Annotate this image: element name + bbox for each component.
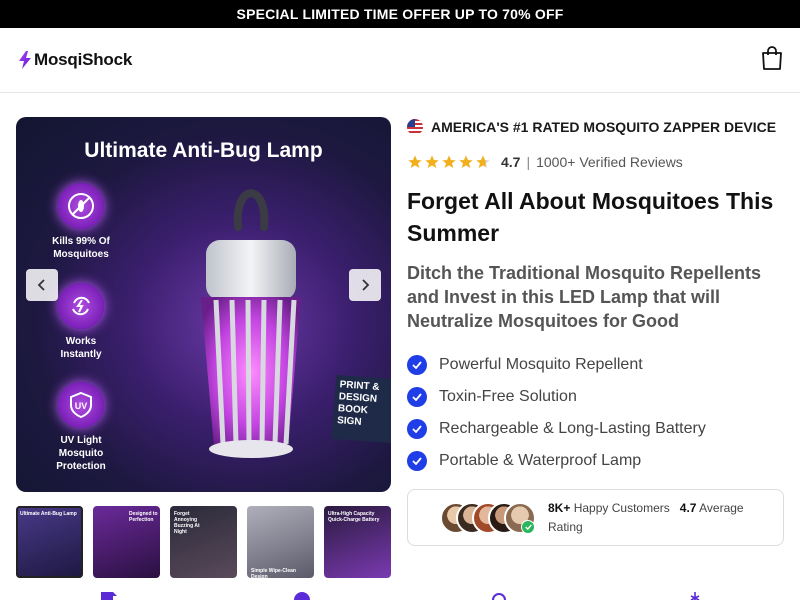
book-decoration: PRINT & DESIGN BOOK SIGN (331, 374, 391, 444)
social-proof-text: 8K+ Happy Customers 4.7 Average Rating (548, 499, 768, 537)
star-icon (476, 155, 490, 168)
uv-shield-icon: UV (58, 382, 104, 428)
trust-icons-row (0, 590, 800, 600)
rated-banner: AMERICA'S #1 RATED MOSQUITO ZAPPER DEVIC… (407, 117, 784, 137)
star-icon (442, 155, 456, 168)
product-subtitle: Ditch the Traditional Mosquito Repellent… (407, 263, 762, 331)
gallery-title: Ultimate Anti-Bug Lamp (84, 139, 323, 162)
thumbnail-4[interactable]: Simple Wipe-Clean Design (247, 506, 314, 578)
benefits-list: Powerful Mosquito Repellent Toxin-Free S… (407, 349, 784, 477)
feature-label: Works Instantly (60, 336, 102, 360)
reviews-count: 1000+ Verified Reviews (536, 154, 683, 170)
benefit-item: Rechargeable & Long-Lasting Battery (407, 413, 784, 445)
customers-label: Happy Customers (573, 501, 670, 515)
rating-row[interactable]: 4.7 | 1000+ Verified Reviews (407, 152, 784, 172)
customers-count: 8K+ (548, 501, 571, 515)
check-circle-icon (407, 355, 427, 375)
lightning-bolt-icon (19, 51, 31, 69)
star-icon (459, 155, 473, 168)
promo-text: SPECIAL LIMITED TIME OFFER UP TO 70% OFF (236, 6, 564, 22)
thumbnail-3[interactable]: Forget Annoying Buzzing At Night (170, 506, 237, 578)
average-rating: 4.7 (679, 501, 697, 515)
cart-button[interactable] (760, 45, 784, 71)
refresh-icon (492, 593, 506, 600)
document-icon (101, 592, 117, 600)
divider: | (526, 154, 531, 170)
feature-label: Kills 99% Of Mosquitoes (52, 236, 110, 260)
star-icon (408, 155, 422, 168)
thumbnail-5[interactable]: Ultra-High Capacity Quick-Charge Battery (324, 506, 391, 578)
gallery-prev-button[interactable] (26, 269, 58, 301)
rated-text: AMERICA'S #1 RATED MOSQUITO ZAPPER DEVIC… (431, 119, 777, 135)
us-flag-icon (407, 119, 423, 135)
product-title: Forget All About Mosquitoes This Summer (407, 188, 774, 246)
thumbnail-1[interactable]: Ultimate Anti-Bug Lamp (16, 506, 83, 578)
feature-uv: UV UV Light Mosquito Protection (46, 382, 116, 473)
benefit-label: Toxin-Free Solution (439, 388, 577, 405)
lamp-image (201, 189, 301, 458)
gallery-next-button[interactable] (349, 269, 381, 301)
promo-banner: SPECIAL LIMITED TIME OFFER UP TO 70% OFF (0, 0, 800, 28)
shopping-bag-icon (762, 46, 782, 70)
logo[interactable]: MosqiShock (18, 50, 132, 70)
product-info: AMERICA'S #1 RATED MOSQUITO ZAPPER DEVIC… (407, 117, 784, 477)
social-proof-box: 8K+ Happy Customers 4.7 Average Rating (407, 489, 784, 546)
check-circle-icon (407, 387, 427, 407)
feature-kills: Kills 99% Of Mosquitoes (46, 183, 116, 261)
svg-text:UV: UV (75, 401, 88, 411)
site-header: MosqiShock (0, 28, 800, 93)
star-rating (407, 154, 491, 170)
sparkle-icon (690, 592, 700, 600)
benefit-label: Powerful Mosquito Repellent (439, 356, 643, 373)
benefit-label: Portable & Waterproof Lamp (439, 452, 642, 469)
star-icon (425, 155, 439, 168)
benefit-item: Portable & Waterproof Lamp (407, 445, 784, 477)
chevron-left-icon (37, 279, 45, 291)
check-circle-icon (407, 451, 427, 471)
shield-icon (294, 592, 310, 600)
benefit-item: Toxin-Free Solution (407, 381, 784, 413)
check-circle-icon (407, 419, 427, 439)
product-gallery: Ultimate Anti-Bug Lamp Kills 99% Of Mosq… (16, 117, 391, 492)
benefit-label: Rechargeable & Long-Lasting Battery (439, 420, 706, 437)
mosquito-icon (58, 183, 104, 229)
verified-check-icon (521, 520, 535, 534)
rating-value: 4.7 (501, 154, 521, 170)
customer-avatars (440, 502, 540, 534)
logo-text: MosqiShock (34, 50, 133, 69)
feature-label: UV Light Mosquito Protection (56, 435, 106, 472)
thumbnail-strip: Ultimate Anti-Bug Lamp Designed to Perfe… (16, 506, 391, 578)
chevron-right-icon (362, 279, 370, 291)
benefit-item: Powerful Mosquito Repellent (407, 349, 784, 381)
refresh-icon (58, 283, 104, 329)
thumbnail-2[interactable]: Designed to Perfection (93, 506, 160, 578)
